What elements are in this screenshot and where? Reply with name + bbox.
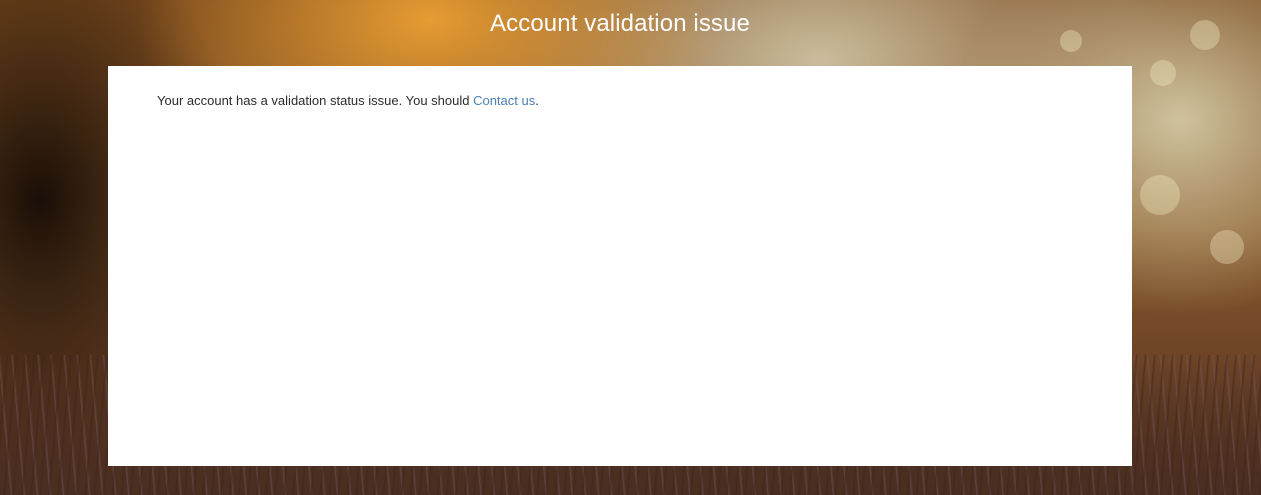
background-bokeh (1210, 230, 1244, 264)
validation-message-text: Your account has a validation status iss… (157, 93, 474, 108)
contact-us-link[interactable]: Contact us (473, 93, 535, 108)
background-bokeh (1150, 60, 1176, 86)
validation-message-period: . (535, 93, 539, 108)
validation-message: Your account has a validation status iss… (157, 93, 539, 108)
page-title: Account validation issue (490, 10, 750, 37)
background-bokeh (1140, 175, 1180, 215)
content-card: Your account has a validation status iss… (108, 66, 1132, 466)
